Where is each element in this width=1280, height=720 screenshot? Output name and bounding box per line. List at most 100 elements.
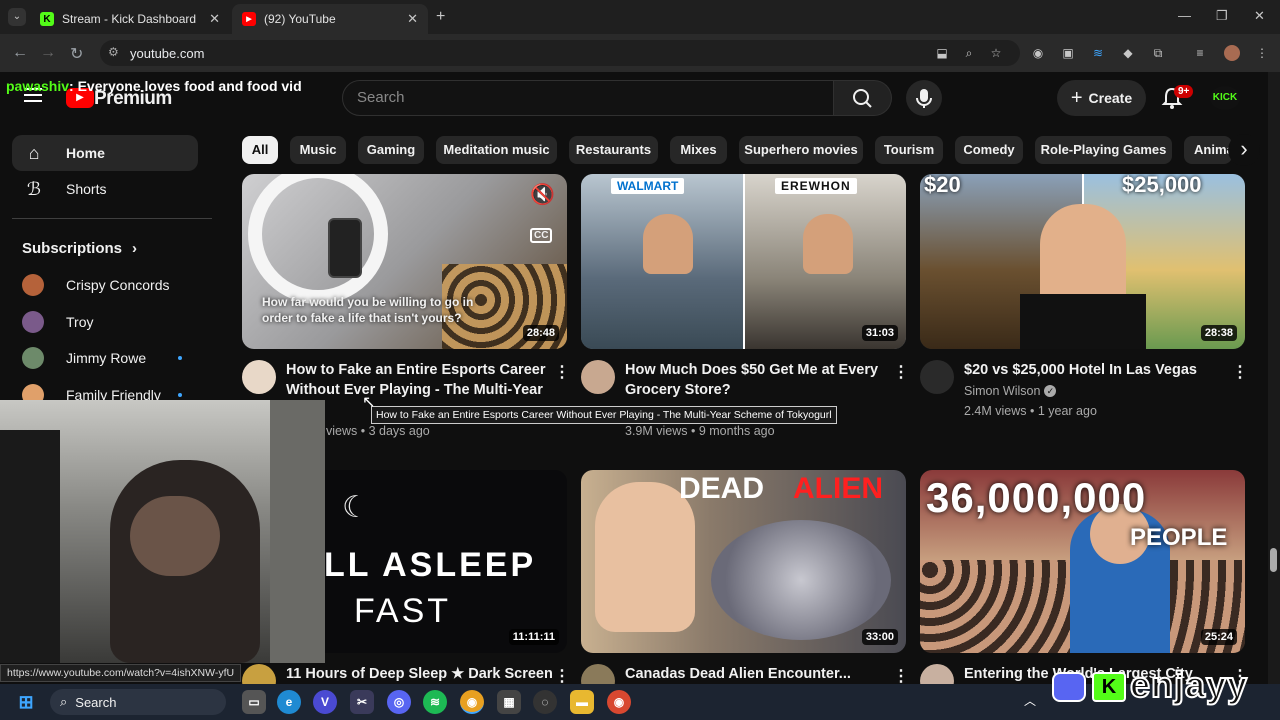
channel-name-row[interactable]: Simon Wilson ✓ bbox=[964, 381, 1057, 401]
cheap-price-label: $20 bbox=[924, 174, 961, 197]
media-controls-icon[interactable]: ≡ bbox=[1192, 45, 1208, 61]
subscription-item[interactable]: Jimmy Rowe bbox=[22, 345, 198, 371]
chip-role-playing-games[interactable]: Role-Playing Games bbox=[1035, 136, 1172, 164]
profile-avatar[interactable] bbox=[1224, 45, 1240, 61]
sidebar-item-shorts[interactable]: ℬ Shorts bbox=[12, 171, 198, 207]
subscription-item[interactable]: Crispy Concords bbox=[22, 272, 198, 298]
system-tray-chevron-icon[interactable]: ︿ bbox=[1024, 692, 1036, 709]
channel-avatar[interactable] bbox=[242, 360, 276, 394]
plus-icon: + bbox=[1070, 86, 1083, 109]
webcam-overlay bbox=[0, 400, 325, 663]
account-avatar[interactable]: KICK bbox=[1210, 86, 1240, 110]
chip-superhero-movies[interactable]: Superhero movies bbox=[739, 136, 863, 164]
maximize-button[interactable]: ❐ bbox=[1216, 8, 1228, 24]
obs-icon[interactable]: ◌ bbox=[533, 690, 557, 714]
chip-animation[interactable]: Anima bbox=[1184, 136, 1232, 164]
new-tab-button[interactable]: + bbox=[436, 8, 445, 26]
tab-title: Stream - Kick Dashboard bbox=[62, 12, 197, 26]
tab-kick-dashboard[interactable]: K Stream - Kick Dashboard ✕ bbox=[30, 4, 230, 34]
chrome-profile-icon[interactable]: ◉ bbox=[607, 690, 631, 714]
mouse-cursor-icon: ↖ bbox=[362, 394, 376, 411]
stream-chat-overlay: pawashiv: Everyone loves food and food v… bbox=[6, 78, 302, 94]
video-thumbnail[interactable]: $20 $25,000 28:38 bbox=[920, 174, 1245, 349]
video-thumbnail[interactable]: 36,000,000 PEOPLE 25:24 bbox=[920, 470, 1245, 653]
browser-tab-bar: ⌄ K Stream - Kick Dashboard ✕ ▶ (92) You… bbox=[0, 0, 1280, 34]
window-close-button[interactable]: ✕ bbox=[1254, 8, 1265, 24]
curtain-graphic bbox=[0, 430, 60, 663]
search-button[interactable] bbox=[834, 80, 892, 116]
scrollbar-track[interactable] bbox=[1268, 72, 1280, 684]
extension-icon[interactable]: ◆ bbox=[1120, 45, 1136, 61]
tab-search-icon[interactable]: ⌄ bbox=[8, 8, 26, 26]
chips-next-chevron-icon[interactable]: › bbox=[1228, 134, 1260, 166]
video-menu-kebab-icon[interactable]: ⋮ bbox=[554, 362, 570, 382]
chip-mixes[interactable]: Mixes bbox=[670, 136, 727, 164]
discord-icon[interactable]: ◎ bbox=[387, 690, 411, 714]
edge-icon[interactable]: e bbox=[277, 690, 301, 714]
extension-icon[interactable]: ▣ bbox=[1060, 45, 1076, 61]
chrome-icon[interactable]: ◉ bbox=[460, 690, 484, 714]
video-menu-kebab-icon[interactable]: ⋮ bbox=[1232, 362, 1248, 382]
reload-icon[interactable]: ↻ bbox=[70, 44, 83, 64]
video-menu-kebab-icon[interactable]: ⋮ bbox=[554, 666, 570, 686]
back-icon[interactable]: ← bbox=[12, 44, 28, 62]
chip-music[interactable]: Music bbox=[290, 136, 346, 164]
create-button[interactable]: + Create bbox=[1057, 80, 1146, 116]
address-bar[interactable] bbox=[100, 40, 1020, 66]
task-view-icon[interactable]: ▭ bbox=[242, 690, 266, 714]
snipping-tool-icon[interactable]: ✂ bbox=[350, 690, 374, 714]
scrollbar-thumb[interactable] bbox=[1270, 548, 1277, 572]
video-menu-kebab-icon[interactable]: ⋮ bbox=[893, 362, 909, 382]
taskbar-search[interactable]: ⌕ Search bbox=[50, 689, 226, 715]
url-text[interactable]: youtube.com bbox=[130, 46, 204, 61]
sidebar-item-home[interactable]: ⌂ Home bbox=[12, 135, 198, 171]
chip-gaming[interactable]: Gaming bbox=[358, 136, 424, 164]
menu-kebab-icon[interactable]: ⋮ bbox=[1254, 45, 1270, 61]
muted-icon[interactable]: 🔇 bbox=[530, 182, 555, 207]
closed-captions-icon[interactable]: CC bbox=[530, 228, 553, 243]
taskbar-search-label: Search bbox=[75, 694, 117, 710]
minimize-button[interactable]: — bbox=[1178, 8, 1191, 23]
app-v-icon[interactable]: V bbox=[313, 690, 337, 714]
discord-logo-icon bbox=[1052, 672, 1086, 702]
file-explorer-icon[interactable]: ▬ bbox=[570, 690, 594, 714]
microphone-icon bbox=[916, 89, 932, 108]
chip-meditation-music[interactable]: Meditation music bbox=[436, 136, 557, 164]
youtube-icon: ▶ bbox=[242, 12, 256, 26]
voice-search-button[interactable] bbox=[906, 80, 942, 116]
search-input[interactable] bbox=[342, 80, 834, 116]
tab-youtube[interactable]: ▶ (92) YouTube ✕ bbox=[232, 4, 428, 34]
video-menu-kebab-icon[interactable]: ⋮ bbox=[893, 666, 909, 686]
bookmark-star-icon[interactable]: ☆ bbox=[988, 45, 1004, 61]
chip-comedy[interactable]: Comedy bbox=[955, 136, 1023, 164]
video-thumbnail[interactable]: 🔇 CC How far would you be willing to go … bbox=[242, 174, 567, 349]
site-info-icon[interactable]: ⚙ bbox=[108, 45, 119, 59]
chip-all[interactable]: All bbox=[242, 136, 278, 164]
calculator-icon[interactable]: ▦ bbox=[497, 690, 521, 714]
subscription-item[interactable]: Troy bbox=[22, 309, 198, 335]
video-title[interactable]: How Much Does $50 Get Me at Every Grocer… bbox=[625, 360, 891, 400]
door-graphic bbox=[270, 400, 325, 663]
video-title[interactable]: $20 vs $25,000 Hotel In Las Vegas bbox=[964, 360, 1230, 380]
extension-icon[interactable]: ≋ bbox=[1090, 45, 1106, 61]
thumbnail-text: ALIEN bbox=[793, 472, 883, 505]
extension-icon[interactable]: ◉ bbox=[1030, 45, 1046, 61]
extensions-puzzle-icon[interactable]: ⧉ bbox=[1150, 45, 1166, 61]
forward-icon[interactable]: → bbox=[40, 44, 56, 62]
channel-avatar[interactable] bbox=[581, 360, 615, 394]
subscriptions-heading[interactable]: Subscriptions › bbox=[22, 240, 137, 257]
video-thumbnail[interactable]: WALMART EREWHON 31:03 bbox=[581, 174, 906, 349]
video-meta: views • 3 days ago bbox=[326, 424, 430, 438]
install-icon[interactable]: ⬓ bbox=[934, 45, 950, 61]
chip-tourism[interactable]: Tourism bbox=[875, 136, 943, 164]
zoom-icon[interactable]: ⌕ bbox=[961, 45, 977, 61]
close-icon[interactable]: ✕ bbox=[209, 11, 220, 27]
video-title[interactable]: 11 Hours of Deep Sleep ★ Dark Screen bbox=[286, 664, 552, 684]
spotify-icon[interactable]: ≋ bbox=[423, 690, 447, 714]
video-thumbnail[interactable]: DEAD ALIEN 33:00 bbox=[581, 470, 906, 653]
chip-restaurants[interactable]: Restaurants bbox=[569, 136, 658, 164]
close-icon[interactable]: ✕ bbox=[407, 11, 418, 27]
windows-start-icon[interactable]: ⊞ bbox=[14, 690, 38, 714]
video-title[interactable]: Canadas Dead Alien Encounter... bbox=[625, 664, 891, 684]
channel-avatar[interactable] bbox=[920, 360, 954, 394]
